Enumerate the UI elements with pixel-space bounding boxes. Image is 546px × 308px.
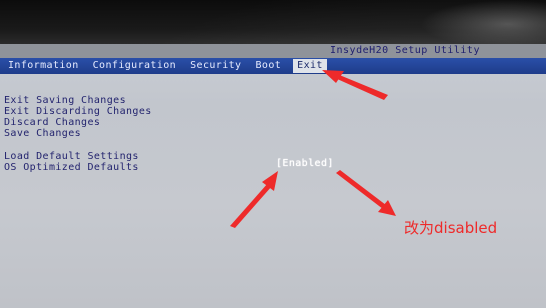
tab-boot[interactable]: Boot: [251, 59, 285, 73]
option-discard-changes[interactable]: Discard Changes: [4, 117, 152, 128]
option-save-changes[interactable]: Save Changes: [4, 128, 152, 139]
annotation-text: 改为disabled: [404, 219, 498, 237]
photo-of-bios-screen: InsydeH20 Setup Utility Information Conf…: [0, 0, 546, 308]
os-optimized-defaults-value[interactable]: [Enabled]: [276, 158, 334, 169]
option-exit-saving-changes[interactable]: Exit Saving Changes: [4, 95, 152, 106]
bios-title: InsydeH20 Setup Utility: [330, 45, 480, 56]
tab-exit[interactable]: Exit: [293, 59, 327, 73]
default-options-list: Load Default Settings OS Optimized Defau…: [4, 151, 139, 173]
tab-configuration[interactable]: Configuration: [89, 59, 180, 73]
tab-information[interactable]: Information: [4, 59, 83, 73]
option-os-optimized-defaults[interactable]: OS Optimized Defaults: [4, 162, 139, 173]
tab-list: Information Configuration Security Boot …: [4, 58, 333, 74]
exit-options-list: Exit Saving Changes Exit Discarding Chan…: [4, 95, 152, 139]
option-exit-discarding-changes[interactable]: Exit Discarding Changes: [4, 106, 152, 117]
monitor-bezel: [420, 0, 546, 48]
bios-screen: [0, 44, 546, 308]
option-load-default-settings[interactable]: Load Default Settings: [4, 151, 139, 162]
tab-security[interactable]: Security: [186, 59, 245, 73]
